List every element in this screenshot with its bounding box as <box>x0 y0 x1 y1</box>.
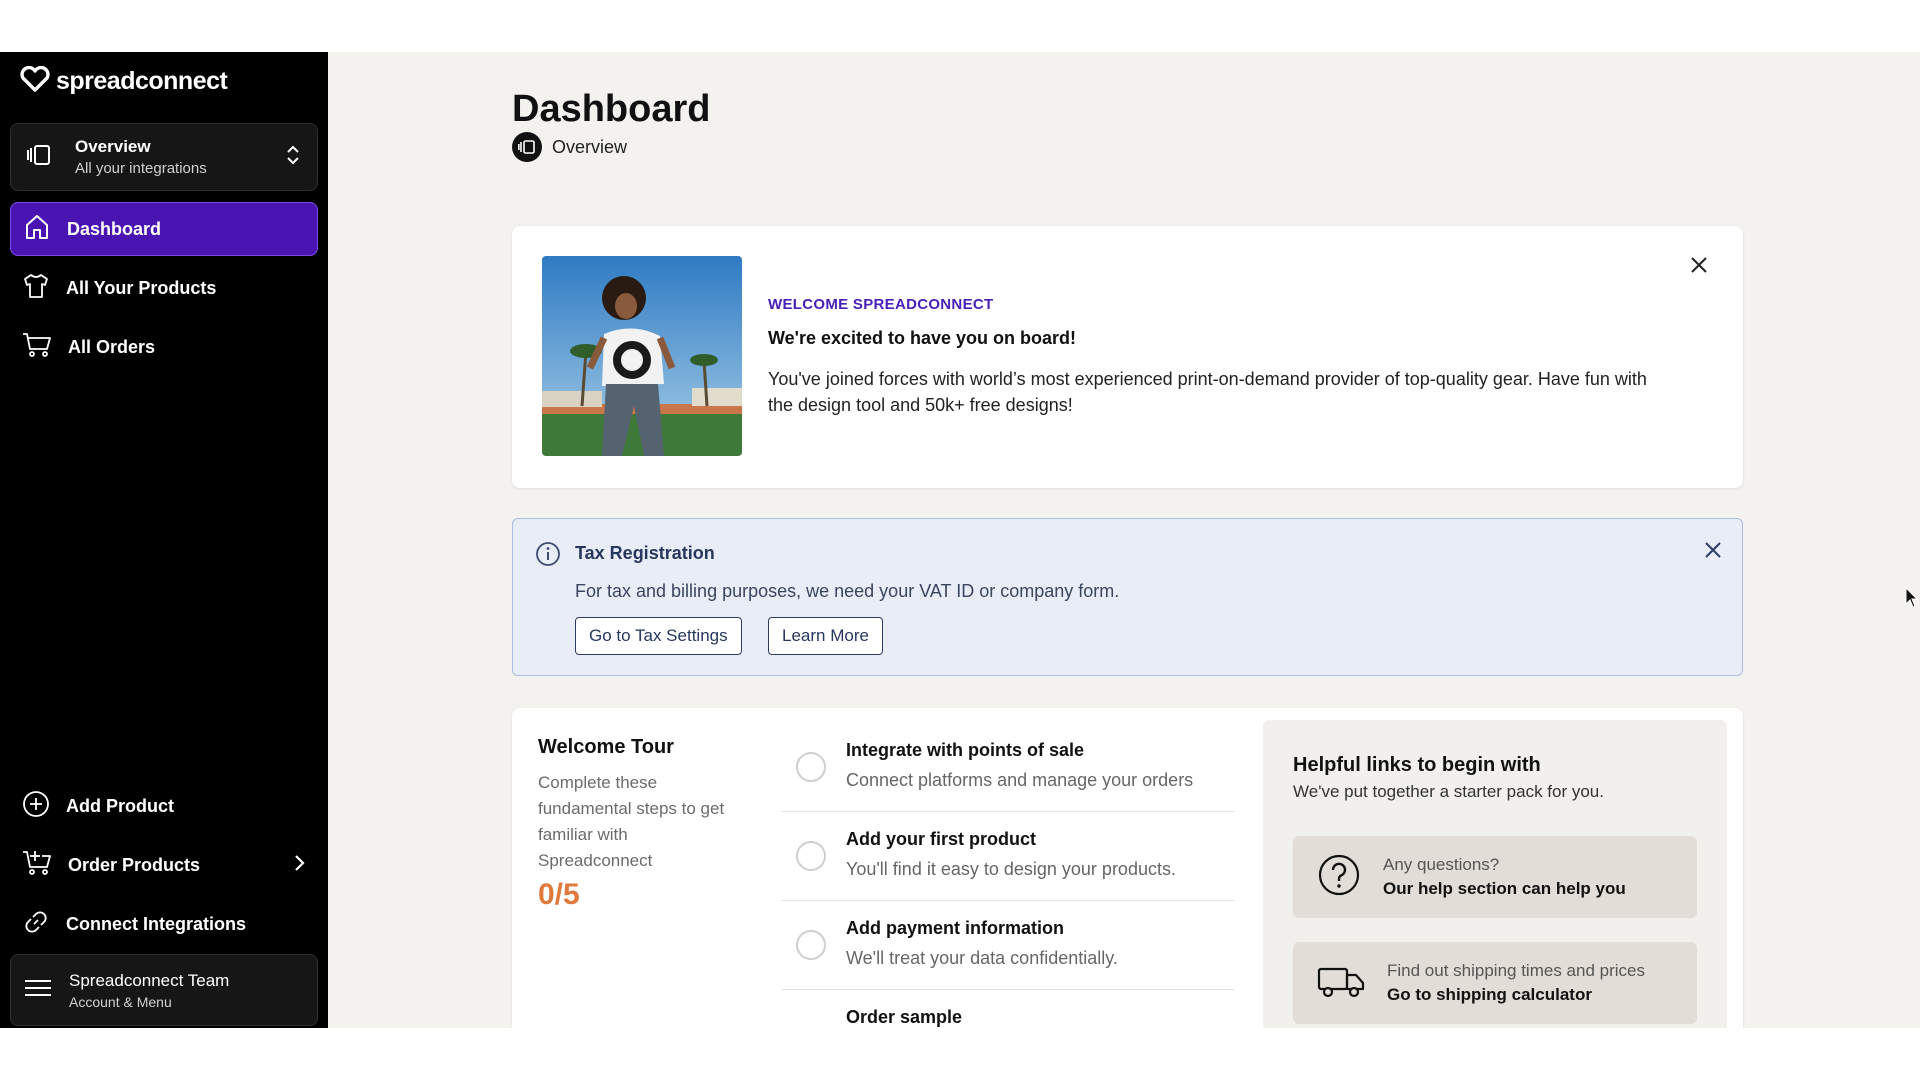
help-subtitle: We've put together a starter pack for yo… <box>1293 782 1604 801</box>
account-subtitle: Account & Menu <box>69 993 172 1010</box>
step-title: Add your first product <box>846 829 1036 849</box>
plus-circle-icon <box>22 790 50 823</box>
welcome-card: WELCOME SPREADCONNECT We're excited to h… <box>512 226 1743 488</box>
sidebar-item-orders[interactable]: All Orders <box>10 320 318 374</box>
truck-icon <box>1317 961 1365 1006</box>
integration-switcher[interactable]: Overview All your integrations <box>10 123 318 191</box>
close-icon <box>1704 541 1722 564</box>
hamburger-menu-icon <box>25 978 51 1003</box>
tour-title: Welcome Tour <box>538 736 674 758</box>
shipping-calculator-link[interactable]: Find out shipping times and prices Go to… <box>1293 942 1697 1024</box>
step-title: Add payment information <box>846 918 1065 938</box>
sidebar-item-label: All Orders <box>68 336 156 357</box>
brand-logo[interactable]: spreadconnect <box>20 65 228 97</box>
page-title: Dashboard <box>512 88 711 130</box>
sidebar-item-add-product[interactable]: Add Product <box>10 779 318 833</box>
welcome-photo <box>542 256 742 456</box>
step-checkbox[interactable] <box>796 930 826 960</box>
helpful-links-panel: Helpful links to begin with We've put to… <box>1263 720 1727 1028</box>
tour-progress: 0/5 <box>538 878 580 911</box>
welcome-eyebrow: WELCOME SPREADCONNECT <box>768 296 994 313</box>
switcher-title: Overview <box>75 137 151 156</box>
tax-body: For tax and billing purposes, we need yo… <box>575 581 1120 601</box>
info-icon <box>535 541 561 572</box>
learn-more-button[interactable]: Learn More <box>768 617 883 655</box>
mouse-pointer-icon <box>1905 586 1919 614</box>
tour-step[interactable]: Order sample <box>782 991 1234 1028</box>
sidebar-item-label: Dashboard <box>67 218 162 239</box>
tour-step[interactable]: Add your first product You'll find it ea… <box>782 813 1234 901</box>
sidebar-item-label: Order Products <box>68 854 201 875</box>
step-subtitle: You'll find it easy to design your produ… <box>846 859 1176 879</box>
tour-description: Complete these fundamental steps to get … <box>538 773 725 870</box>
step-title: Order sample <box>846 1007 963 1027</box>
brand-name: spreadconnect <box>56 67 228 95</box>
step-subtitle: We'll treat your data confidentially. <box>846 948 1118 968</box>
sidebar-item-connect-integrations[interactable]: Connect Integrations <box>10 897 318 951</box>
help-section-link[interactable]: Any questions? Our help section can help… <box>1293 836 1697 918</box>
tshirt-icon <box>22 272 50 305</box>
sidebar-item-label: Add Product <box>66 795 174 816</box>
sidebar-item-dashboard[interactable]: Dashboard <box>10 202 318 256</box>
tax-title: Tax Registration <box>575 543 715 563</box>
tour-step[interactable]: Integrate with points of sale Connect pl… <box>782 724 1234 812</box>
welcome-title: We're excited to have you on board! <box>768 328 1077 348</box>
tax-close-button[interactable] <box>1698 537 1728 567</box>
cart-plus-icon <box>22 849 52 882</box>
welcome-body: You've joined forces with world’s most e… <box>768 369 1647 415</box>
chevron-right-icon <box>292 853 306 878</box>
sidebar-item-label: All Your Products <box>66 277 217 298</box>
breadcrumb: Overview <box>512 132 627 162</box>
question-circle-icon <box>1317 853 1361 902</box>
breadcrumb-label: Overview <box>552 136 628 157</box>
heart-logo-icon <box>20 65 50 97</box>
overview-icon <box>27 144 53 171</box>
link-label: Our help section can help you <box>1383 879 1626 898</box>
close-icon <box>1690 256 1708 279</box>
help-title: Helpful links to begin with <box>1293 754 1541 776</box>
home-icon <box>23 213 51 246</box>
switcher-subtitle: All your integrations <box>75 160 207 177</box>
step-title: Integrate with points of sale <box>846 740 1085 760</box>
cart-icon <box>22 331 52 364</box>
overview-icon <box>512 132 542 162</box>
link-label: Go to shipping calculator <box>1387 985 1592 1004</box>
link-icon <box>22 908 50 941</box>
go-to-tax-settings-button[interactable]: Go to Tax Settings <box>575 617 742 655</box>
step-subtitle: Connect platforms and manage your orders <box>846 770 1194 790</box>
step-checkbox[interactable] <box>796 841 826 871</box>
app-window: spreadconnect Overview All your integrat… <box>0 52 1920 1028</box>
sidebar-item-label: Connect Integrations <box>66 913 247 934</box>
account-name: Spreadconnect Team <box>69 970 230 990</box>
step-checkbox[interactable] <box>796 752 826 782</box>
link-caption: Find out shipping times and prices <box>1387 961 1645 980</box>
welcome-tour-card: Welcome Tour Complete these fundamental … <box>512 708 1743 1028</box>
chevron-up-down-icon <box>285 144 301 171</box>
sidebar-item-products[interactable]: All Your Products <box>10 261 318 315</box>
tour-step[interactable]: Add payment information We'll treat your… <box>782 902 1234 990</box>
tax-registration-alert: Tax Registration For tax and billing pur… <box>512 518 1743 676</box>
sidebar-item-order-products[interactable]: Order Products <box>10 838 318 892</box>
sidebar: spreadconnect Overview All your integrat… <box>0 52 328 1028</box>
main-content: Dashboard Overview WELCOME SPREADCONNECT… <box>328 52 1920 1028</box>
link-caption: Any questions? <box>1383 855 1500 874</box>
welcome-close-button[interactable] <box>1684 252 1714 282</box>
account-menu[interactable]: Spreadconnect Team Account & Menu <box>10 954 318 1026</box>
